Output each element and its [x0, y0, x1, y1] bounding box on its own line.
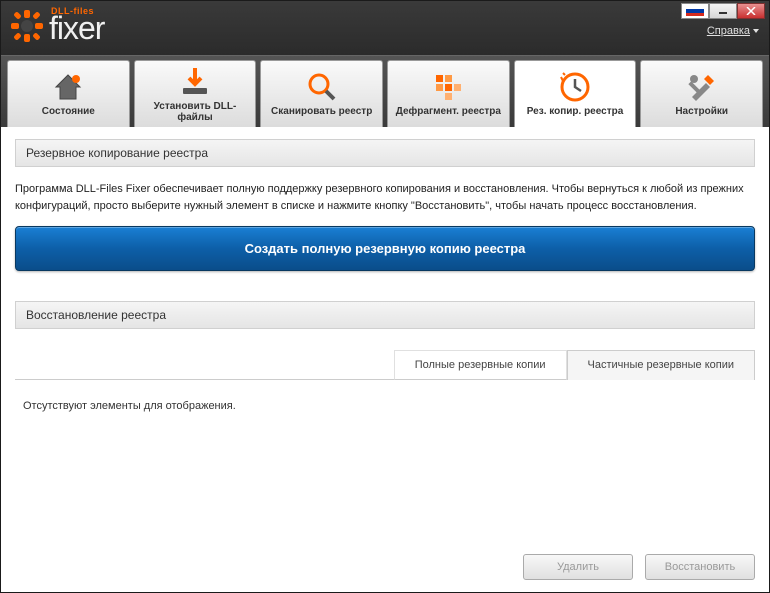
tab-backup[interactable]: Рез. копир. реестра: [514, 60, 637, 127]
create-backup-button[interactable]: Создать полную резервную копию реестра: [15, 226, 755, 271]
tab-defrag[interactable]: Дефрагмент. реестра: [387, 60, 510, 127]
language-button[interactable]: [681, 3, 709, 19]
close-button[interactable]: [737, 3, 765, 19]
app-logo-icon: [9, 8, 45, 44]
brand-main: fixer: [49, 12, 104, 44]
sub-tab-full[interactable]: Полные резервные копии: [394, 350, 567, 380]
footer-actions: Удалить Восстановить: [15, 546, 755, 580]
sub-tab-partial[interactable]: Частичные резервные копии: [567, 350, 755, 380]
restore-button[interactable]: Восстановить: [645, 554, 755, 580]
minimize-button[interactable]: [709, 3, 737, 19]
app-window: DLL-files fixer Справка Состояние Устано…: [0, 0, 770, 593]
tab-scan[interactable]: Сканировать реестр: [260, 60, 383, 127]
download-icon: [179, 66, 211, 98]
magnify-icon: [306, 71, 338, 103]
empty-message: Отсутствуют элементы для отображения.: [23, 400, 236, 412]
content-area: Резервное копирование реестра Программа …: [1, 127, 769, 592]
tab-settings[interactable]: Настройки: [640, 60, 763, 127]
clock-icon: [559, 71, 591, 103]
backup-list: Отсутствуют элементы для отображения.: [15, 380, 755, 546]
restore-section-header: Восстановление реестра: [15, 301, 755, 329]
home-icon: [52, 71, 84, 103]
window-controls: [681, 3, 765, 19]
backup-section-header: Резервное копирование реестра: [15, 139, 755, 167]
backup-type-tabs: Полные резервные копии Частичные резервн…: [15, 349, 755, 380]
main-tabs: Состояние Установить DLL-файлы Сканирова…: [1, 55, 769, 127]
blocks-icon: [432, 71, 464, 103]
flag-ru-icon: [686, 6, 704, 16]
help-menu[interactable]: Справка: [707, 25, 759, 37]
titlebar: DLL-files fixer Справка: [1, 1, 769, 55]
tools-icon: [686, 71, 718, 103]
backup-description: Программа DLL-Files Fixer обеспечивает п…: [15, 181, 755, 214]
close-icon: [746, 7, 756, 15]
minimize-icon: [718, 7, 728, 15]
logo: DLL-files fixer: [9, 7, 104, 44]
tab-install[interactable]: Установить DLL-файлы: [134, 60, 257, 127]
delete-button[interactable]: Удалить: [523, 554, 633, 580]
tab-status[interactable]: Состояние: [7, 60, 130, 127]
